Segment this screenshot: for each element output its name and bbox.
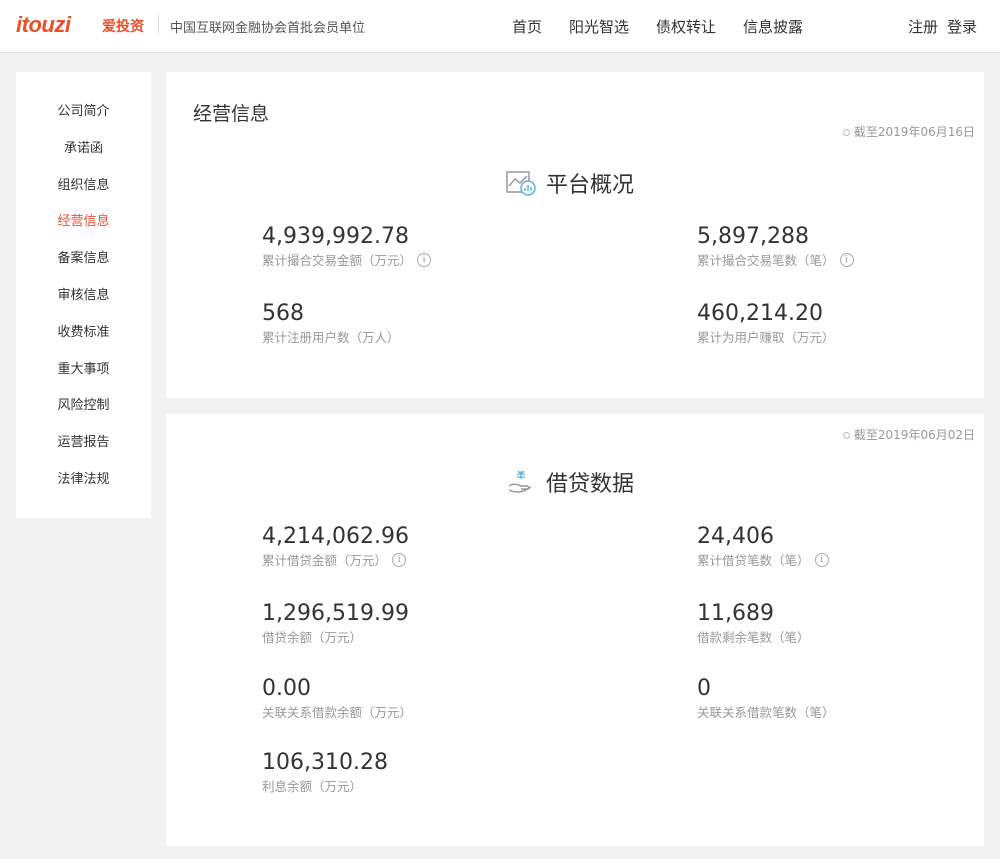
stat-value: 0.00 [262,676,311,701]
info-icon[interactable]: i [814,552,829,567]
sidebar-item[interactable]: 组织信息 [16,174,151,193]
stat-value: 11,689 [697,601,774,626]
stat-value: 4,939,992.78 [262,224,409,249]
loan-date: 截至2019年06月02日 [843,426,975,443]
stat-item: 4,939,992.78 累计撮合交易金额（万元） i [262,224,432,269]
stat-item: 106,310.28 利息余额（万元） [262,750,388,795]
stat-label: 累计撮合交易笔数（笔） [697,253,835,268]
stat-value: 106,310.28 [262,750,388,775]
stat-item: 24,406 累计借贷笔数（笔） i [697,524,829,569]
platform-overview-card: 经营信息 截至2019年06月16日 平台概况 4,939,992.78 累计撮合… [166,72,984,398]
stat-item: 0.00 关联关系借款余额（万元） [262,676,412,721]
loan-data-card: 截至2019年06月02日 借贷数据 4,214,062.96 累计借贷金额（万元… [166,414,984,846]
stat-label: 关联关系借款笔数（笔） [697,705,835,720]
register-link[interactable]: 注册 [908,16,938,37]
stat-label: 累计借贷金额（万元） [262,553,388,568]
platform-section-header: 平台概况 [506,167,634,199]
stat-value: 568 [262,301,304,326]
main-nav: 首页 阳光智选 债权转让 信息披露 [512,16,803,37]
loan-section-title: 借贷数据 [546,472,635,497]
stat-value: 460,214.20 [697,301,823,326]
stat-value: 0 [697,676,711,701]
stat-item: 4,214,062.96 累计借贷金额（万元） i [262,524,409,569]
sidebar-item[interactable]: 重大事项 [16,358,151,377]
sidebar-item[interactable]: 经营信息 [16,210,151,229]
stat-item: 1,296,519.99 借贷余额（万元） [262,601,409,646]
sidebar-item[interactable]: 法律法规 [16,468,151,487]
stat-label: 关联关系借款余额（万元） [262,705,413,720]
divider [158,14,159,34]
auth-links: 注册 登录 [908,16,977,37]
platform-section-title: 平台概况 [546,173,635,198]
login-link[interactable]: 登录 [947,16,977,37]
nav-disclosure[interactable]: 信息披露 [743,16,803,37]
sidebar-item[interactable]: 风险控制 [16,394,151,413]
nav-home[interactable]: 首页 [512,16,542,37]
info-icon[interactable]: i [392,552,407,567]
stat-value: 4,214,062.96 [262,524,409,549]
sidebar-item[interactable]: 审核信息 [16,284,151,303]
stat-item: 11,689 借款剩余笔数（笔） [697,601,810,646]
nav-smart-select[interactable]: 阳光智选 [569,16,629,37]
stat-label: 累计为用户赚取（万元） [697,330,835,345]
stat-value: 24,406 [697,524,774,549]
stat-item: 0 关联关系借款笔数（笔） [697,676,835,721]
info-icon[interactable]: i [839,252,854,267]
stat-value: 1,296,519.99 [262,601,409,626]
logo-chinese[interactable]: 爱投资 [102,16,144,36]
hand-money-icon [508,470,532,493]
sidebar-item[interactable]: 运营报告 [16,431,151,450]
logo[interactable]: itouzi [16,12,71,38]
sidebar-item[interactable]: 承诺函 [16,137,151,156]
sidebar: 公司简介承诺函组织信息经营信息备案信息审核信息收费标准重大事项风险控制运营报告法… [16,72,151,518]
stat-label: 累计借贷笔数（笔） [697,553,810,568]
stat-label: 利息余额（万元） [262,779,363,794]
stat-label: 累计注册用户数（万人） [262,330,400,345]
loan-section-header: 借贷数据 [506,466,634,498]
platform-date: 截至2019年06月16日 [843,123,975,140]
stat-label: 借贷余额（万元） [262,630,363,645]
slogan: 中国互联网金融协会首批会员单位 [170,21,366,36]
stat-item: 568 累计注册用户数（万人） [262,301,400,346]
info-icon[interactable]: i [417,252,432,267]
stat-label: 借款剩余笔数（笔） [697,630,810,645]
stat-label: 累计撮合交易金额（万元） [262,253,413,268]
chart-icon [506,171,536,196]
stat-value: 5,897,288 [697,224,809,249]
stat-item: 460,214.20 累计为用户赚取（万元） [697,301,835,346]
page-title: 经营信息 [193,103,270,125]
sidebar-item[interactable]: 公司简介 [16,100,151,119]
top-header: itouzi 爱投资 中国互联网金融协会首批会员单位 首页 阳光智选 债权转让 … [0,0,1000,53]
sidebar-item[interactable]: 收费标准 [16,321,151,340]
stat-item: 5,897,288 累计撮合交易笔数（笔） i [697,224,854,269]
sidebar-item[interactable]: 备案信息 [16,247,151,266]
nav-debt-transfer[interactable]: 债权转让 [656,16,716,37]
